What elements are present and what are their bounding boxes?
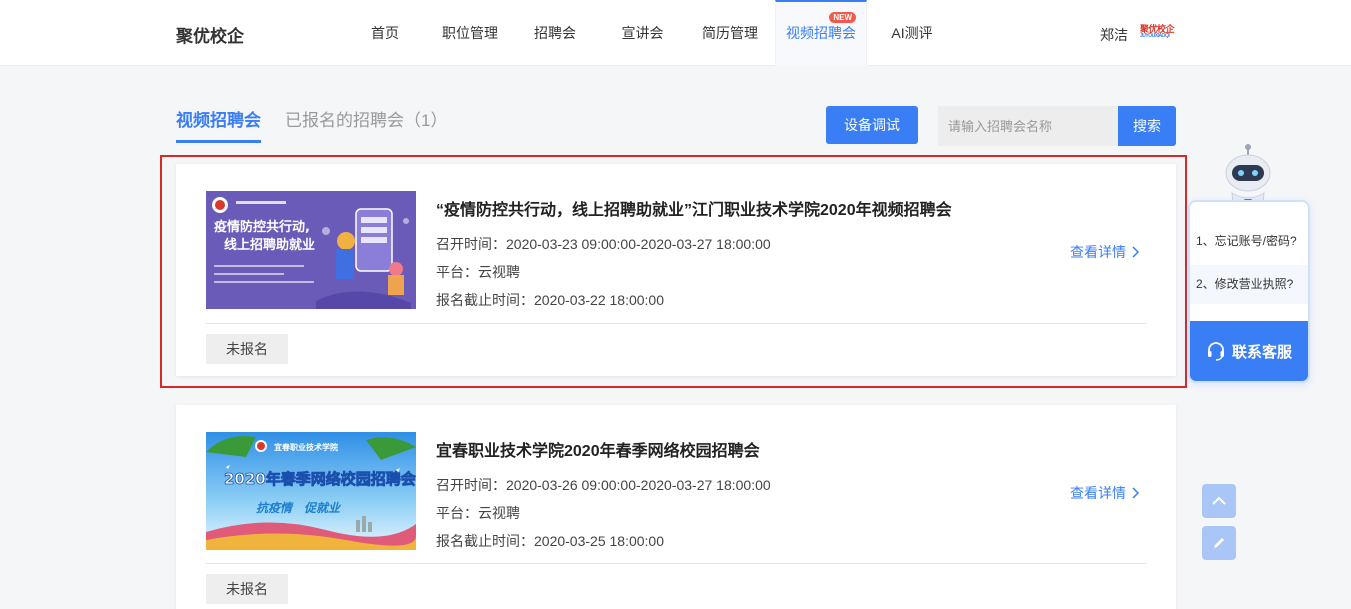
- search-button[interactable]: 搜索: [1118, 106, 1176, 146]
- contact-support-label: 联系客服: [1231, 343, 1292, 361]
- poster-school-name: 宜春职业技术学院: [274, 442, 338, 452]
- job-fair-poster[interactable]: 宜春职业技术学院 2020年春季网络校园招聘会 抗疫情 促就业: [206, 432, 416, 550]
- feedback-button[interactable]: [1202, 526, 1236, 560]
- nav-presentation[interactable]: 宣讲会: [600, 0, 685, 66]
- nav-home[interactable]: 首页: [340, 0, 430, 66]
- brand-name[interactable]: 聚优校企: [176, 22, 244, 47]
- poster-headline: 2020年春季网络校园招聘会: [224, 470, 416, 488]
- nav-job-management[interactable]: 职位管理: [430, 0, 510, 66]
- help-question-forgot-password[interactable]: 1、忘记账号/密码?: [1190, 226, 1308, 257]
- view-details-label: 查看详情: [1070, 244, 1126, 260]
- nav-job-fair[interactable]: 招聘会: [510, 0, 600, 66]
- job-fair-deadline: 报名截止时间：2020-03-22 18:00:00: [436, 292, 664, 308]
- registration-status-tag: 未报名: [206, 574, 288, 604]
- device-test-button[interactable]: 设备调试: [826, 106, 918, 144]
- top-navbar: 聚优校企 首页 职位管理 招聘会 宣讲会 简历管理 视频招聘会 NEW AI测评…: [0, 0, 1351, 66]
- job-fair-card: 宜春职业技术学院 2020年春季网络校园招聘会 抗疫情 促就业 宜春职业技术学院…: [176, 405, 1176, 609]
- view-details-link[interactable]: 查看详情: [1070, 242, 1140, 262]
- job-fair-card: 疫情防控共行动, 线上招聘助就业 “疫情防控共行动，线上招聘助就业”江门职业技术…: [176, 164, 1176, 376]
- nav-video-job-fair[interactable]: 视频招聘会 NEW: [775, 0, 867, 66]
- job-fair-title[interactable]: 宜春职业技术学院2020年春季网络校园招聘会: [436, 437, 760, 461]
- chevron-right-icon: [1132, 246, 1140, 258]
- company-logo: 聚优校企 JUYOUXIAOQI: [1140, 24, 1178, 40]
- tab-registered-job-fairs[interactable]: 已报名的招聘会（1）: [285, 106, 447, 131]
- new-badge: NEW: [829, 12, 856, 23]
- user-name[interactable]: 郑洁: [1100, 25, 1128, 45]
- job-fair-start-time: 召开时间：2020-03-23 09:00:00-2020-03-27 18:0…: [436, 236, 771, 252]
- job-fair-deadline: 报名截止时间：2020-03-25 18:00:00: [436, 533, 664, 549]
- view-details-label: 查看详情: [1070, 485, 1126, 501]
- poster-image: 宜春职业技术学院 2020年春季网络校园招聘会 抗疫情 促就业: [206, 432, 416, 550]
- pencil-icon: [1214, 538, 1224, 548]
- nav-video-job-fair-label: 视频招聘会: [786, 25, 856, 41]
- poster-slogan: 抗疫情 促就业: [256, 501, 342, 515]
- view-details-link[interactable]: 查看详情: [1070, 483, 1140, 503]
- help-panel: 1、忘记账号/密码? 2、修改营业执照? 联系客服: [1188, 200, 1310, 383]
- job-fair-platform: 平台：云视聘: [436, 264, 520, 280]
- tab-video-job-fairs[interactable]: 视频招聘会: [176, 106, 261, 143]
- company-logo-subtext: JUYOUXIAOQI: [1140, 33, 1170, 39]
- help-question-business-license[interactable]: 2、修改营业执照?: [1190, 265, 1308, 304]
- nav-ai-assessment[interactable]: AI测评: [867, 0, 957, 66]
- main-nav: 首页 职位管理 招聘会 宣讲会 简历管理 视频招聘会 NEW AI测评: [340, 0, 957, 66]
- contact-support-button[interactable]: 联系客服: [1190, 321, 1308, 381]
- job-fair-search-input[interactable]: [938, 106, 1118, 146]
- poster-image: 疫情防控共行动, 线上招聘助就业: [206, 191, 416, 309]
- poster-slogan-line-2: 线上招聘助就业: [224, 237, 315, 253]
- card-divider: [206, 323, 1146, 324]
- card-divider: [206, 563, 1146, 564]
- job-fair-platform: 平台：云视聘: [436, 505, 520, 521]
- job-fair-poster[interactable]: 疫情防控共行动, 线上招聘助就业: [206, 191, 416, 309]
- headset-icon: [1207, 342, 1224, 361]
- job-fair-title[interactable]: “疫情防控共行动，线上招聘助就业”江门职业技术学院2020年视频招聘会: [436, 196, 952, 220]
- job-fair-start-time: 召开时间：2020-03-26 09:00:00-2020-03-27 18:0…: [436, 477, 771, 493]
- nav-resume-management[interactable]: 简历管理: [685, 0, 775, 66]
- registration-status-tag: 未报名: [206, 334, 288, 364]
- chevron-right-icon: [1132, 487, 1140, 499]
- chevron-up-icon: [1212, 496, 1226, 505]
- poster-slogan-line-1: 疫情防控共行动,: [214, 219, 310, 235]
- back-to-top-button[interactable]: [1202, 484, 1236, 518]
